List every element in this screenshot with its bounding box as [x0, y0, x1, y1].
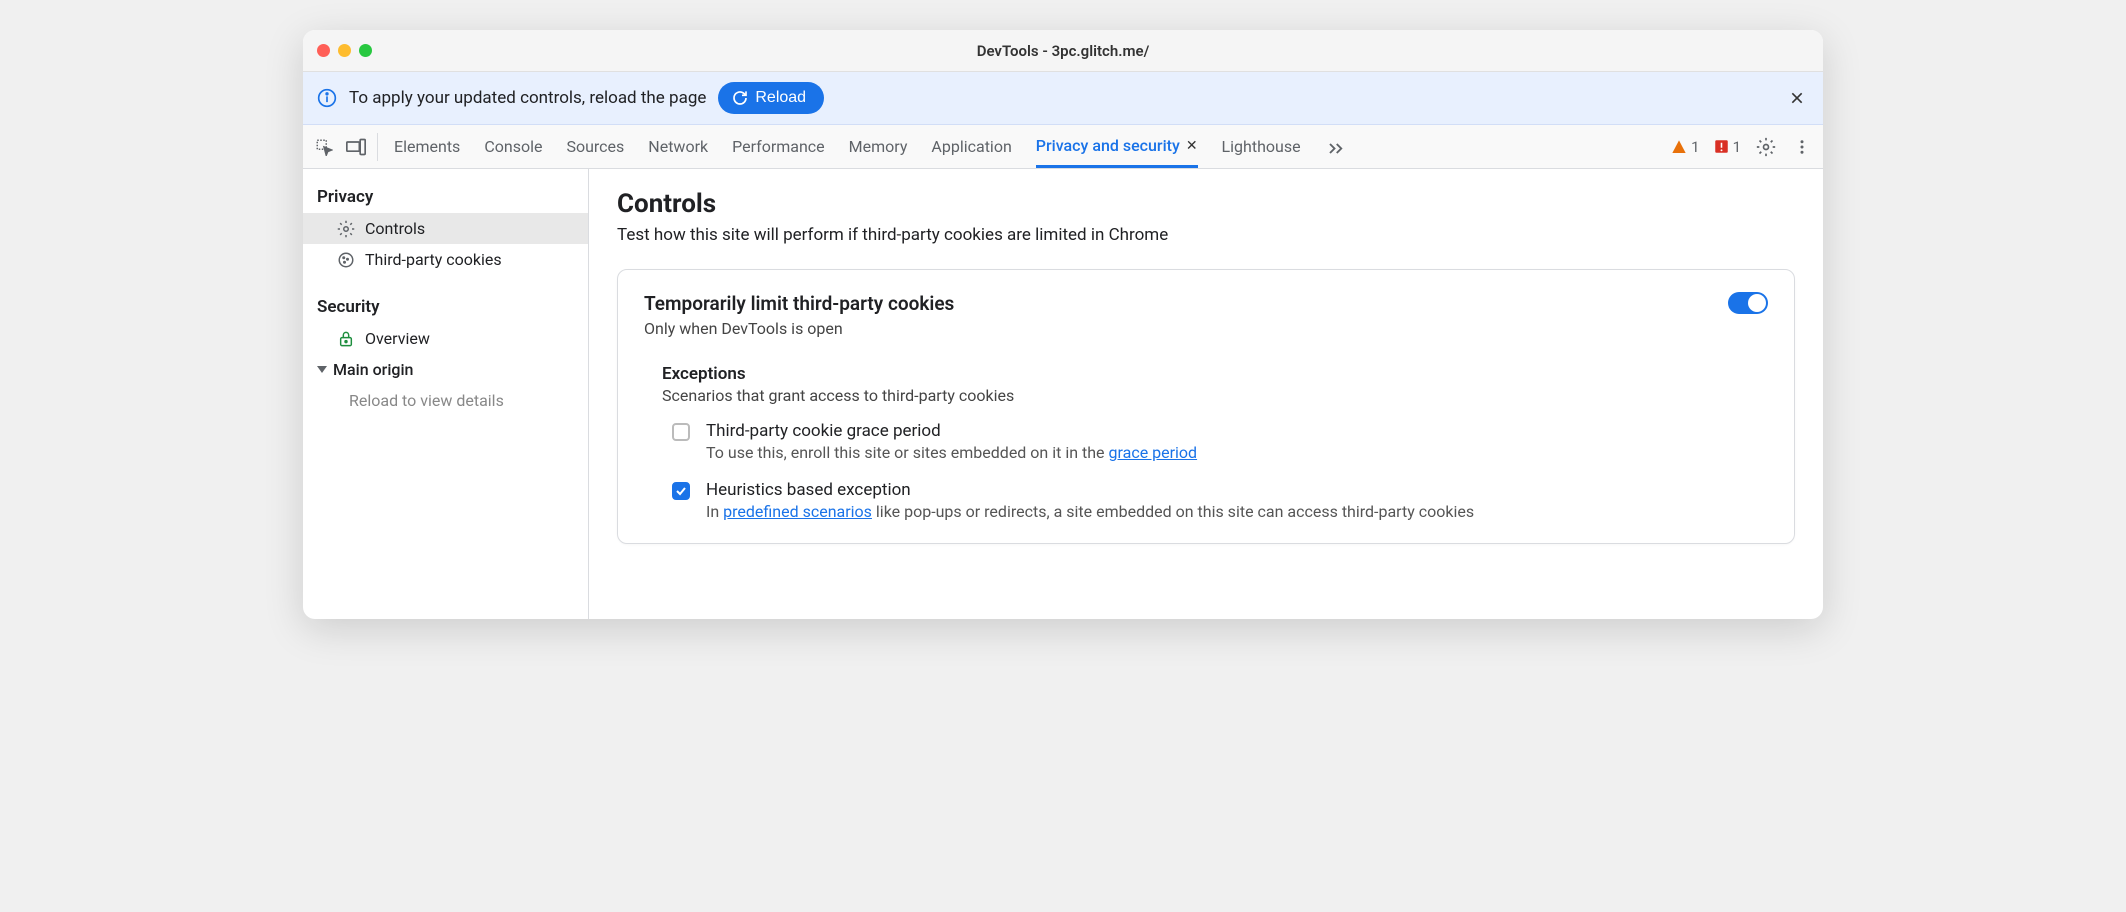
info-banner: To apply your updated controls, reload t…: [303, 72, 1823, 125]
exceptions-title: Exceptions: [662, 364, 1768, 384]
tab-performance[interactable]: Performance: [732, 127, 825, 166]
reload-icon: [732, 90, 748, 106]
minimize-window-button[interactable]: [338, 44, 351, 57]
sidebar-heading-privacy: Privacy: [303, 179, 588, 213]
tab-lighthouse[interactable]: Lighthouse: [1222, 127, 1301, 166]
devtools-window: DevTools - 3pc.glitch.me/ To apply your …: [303, 30, 1823, 619]
titlebar: DevTools - 3pc.glitch.me/: [303, 30, 1823, 72]
cookie-icon: [337, 251, 355, 269]
tab-console[interactable]: Console: [484, 127, 542, 166]
card-title: Temporarily limit third-party cookies: [644, 292, 954, 315]
tab-sources[interactable]: Sources: [566, 127, 624, 166]
grace-period-link[interactable]: grace period: [1109, 443, 1198, 462]
card-subtitle: Only when DevTools is open: [644, 319, 954, 338]
inspect-element-icon[interactable]: [313, 136, 335, 158]
reload-button-label: Reload: [755, 89, 806, 107]
page-title: Controls: [617, 189, 1795, 219]
sidebar-item-label: Overview: [365, 329, 430, 348]
error-icon: [1714, 139, 1729, 154]
errors-count: 1: [1733, 138, 1741, 156]
gear-icon: [337, 220, 355, 238]
errors-indicator[interactable]: 1: [1714, 138, 1741, 156]
tab-memory[interactable]: Memory: [849, 127, 908, 166]
info-icon: [317, 88, 337, 108]
window-controls: [317, 44, 372, 57]
warnings-count: 1: [1691, 138, 1699, 156]
controls-card: Temporarily limit third-party cookies On…: [617, 269, 1795, 544]
exceptions-subtitle: Scenarios that grant access to third-par…: [662, 386, 1768, 405]
main-content: Controls Test how this site will perform…: [589, 169, 1823, 619]
heuristics-checkbox[interactable]: [672, 482, 690, 500]
exception-item-title: Heuristics based exception: [706, 480, 1474, 500]
maximize-window-button[interactable]: [359, 44, 372, 57]
tab-elements[interactable]: Elements: [394, 127, 460, 166]
tab-privacy-and-security[interactable]: Privacy and security ✕: [1036, 126, 1198, 168]
panel-tabs: Elements Console Sources Network Perform…: [380, 126, 1347, 167]
exception-item-description: To use this, enroll this site or sites e…: [706, 443, 1197, 462]
text-prefix: To use this, enroll this site or sites e…: [706, 443, 1109, 462]
more-options-icon[interactable]: [1791, 136, 1813, 158]
settings-icon[interactable]: [1755, 136, 1777, 158]
text-suffix: like pop-ups or redirects, a site embedd…: [872, 502, 1474, 521]
lock-icon: [337, 330, 355, 348]
exception-heuristics: Heuristics based exception In predefined…: [662, 480, 1768, 521]
panel-body: Privacy Controls Third-party cookies Sec…: [303, 169, 1823, 619]
grace-period-checkbox[interactable]: [672, 423, 690, 441]
predefined-scenarios-link[interactable]: predefined scenarios: [723, 502, 872, 521]
exceptions-section: Exceptions Scenarios that grant access t…: [644, 364, 1768, 521]
sidebar-item-label: Third-party cookies: [365, 250, 502, 269]
triangle-down-icon: [317, 366, 327, 373]
sidebar-tree-main-origin[interactable]: Main origin: [303, 354, 588, 385]
tab-application[interactable]: Application: [931, 127, 1011, 166]
exception-item-description: In predefined scenarios like pop-ups or …: [706, 502, 1474, 521]
sidebar-item-label: Controls: [365, 219, 425, 238]
close-window-button[interactable]: [317, 44, 330, 57]
page-subtitle: Test how this site will perform if third…: [617, 225, 1795, 245]
exception-grace-period: Third-party cookie grace period To use t…: [662, 421, 1768, 462]
sidebar-item-third-party-cookies[interactable]: Third-party cookies: [303, 244, 588, 275]
text-prefix: In: [706, 502, 723, 521]
sidebar-tree-label: Main origin: [333, 360, 413, 379]
close-tab-icon[interactable]: ✕: [1184, 138, 1198, 154]
info-banner-text: To apply your updated controls, reload t…: [349, 88, 706, 108]
more-tabs-icon[interactable]: [1325, 136, 1347, 158]
sidebar-item-controls[interactable]: Controls: [303, 213, 588, 244]
sidebar-item-overview[interactable]: Overview: [303, 323, 588, 354]
tab-network[interactable]: Network: [648, 127, 708, 166]
reload-button[interactable]: Reload: [718, 82, 824, 114]
exception-item-title: Third-party cookie grace period: [706, 421, 1197, 441]
warning-icon: [1671, 139, 1687, 155]
tab-label: Privacy and security: [1036, 136, 1180, 155]
window-title: DevTools - 3pc.glitch.me/: [303, 42, 1823, 60]
close-banner-button[interactable]: [1785, 86, 1809, 110]
tabbar: Elements Console Sources Network Perform…: [303, 125, 1823, 169]
warnings-indicator[interactable]: 1: [1671, 138, 1699, 156]
sidebar-subtext-reload: Reload to view details: [303, 385, 588, 416]
sidebar: Privacy Controls Third-party cookies Sec…: [303, 169, 589, 619]
device-toolbar-icon[interactable]: [345, 136, 367, 158]
sidebar-heading-security: Security: [303, 289, 588, 323]
limit-cookies-toggle[interactable]: [1728, 292, 1768, 314]
